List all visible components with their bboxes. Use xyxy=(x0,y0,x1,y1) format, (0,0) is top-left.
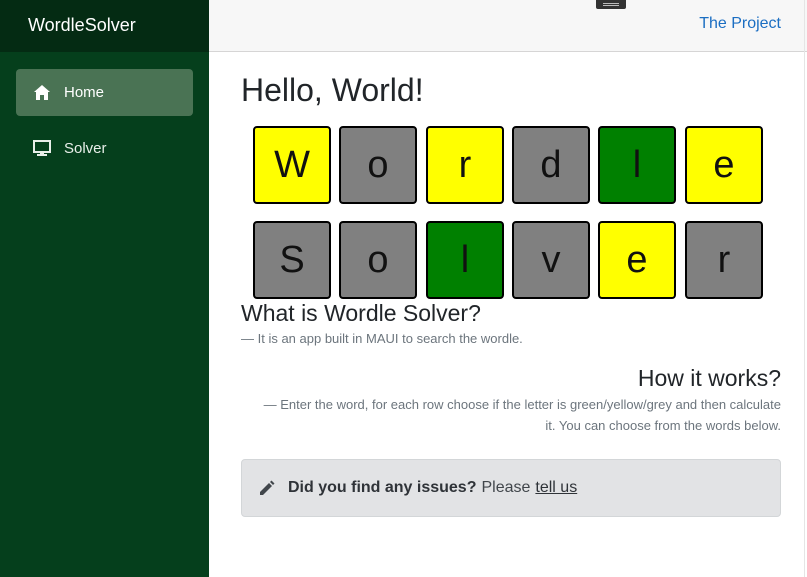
what-is-heading: What is Wordle Solver? xyxy=(241,300,481,326)
page-title: Hello, World! xyxy=(241,72,424,108)
app-brand[interactable]: WordleSolver xyxy=(0,0,209,52)
alert-text: Please xyxy=(481,479,531,496)
issues-alert: Did you find any issues? Please tell us xyxy=(241,459,781,517)
home-icon xyxy=(32,83,52,103)
how-it-works-heading: How it works? xyxy=(637,365,781,391)
sidebar-item-solver[interactable]: Solver xyxy=(16,125,193,172)
sidebar-nav: Home Solver xyxy=(0,52,209,172)
letter-tile: l xyxy=(426,221,504,299)
sidebar: WordleSolver Home Solver xyxy=(0,0,209,577)
letter-tile: r xyxy=(685,221,763,299)
letter-tile: d xyxy=(512,126,590,204)
how-it-works-text: — Enter the word, for each row choose if… xyxy=(263,397,781,433)
divider xyxy=(804,0,805,577)
sidebar-item-home[interactable]: Home xyxy=(16,69,193,116)
monitor-icon xyxy=(32,139,52,159)
alert-question: Did you find any issues? xyxy=(288,479,477,496)
tell-us-link[interactable]: tell us xyxy=(535,479,577,497)
letter-tile: o xyxy=(339,221,417,299)
what-is-text: — It is an app built in MAUI to search t… xyxy=(241,331,523,346)
letter-tile: r xyxy=(426,126,504,204)
sidebar-item-label: Home xyxy=(64,84,105,101)
letter-tile: W xyxy=(253,126,331,204)
top-bar: The Project xyxy=(209,0,807,52)
letter-tile: e xyxy=(598,221,676,299)
letter-tile: e xyxy=(685,126,763,204)
letter-tile: v xyxy=(512,221,590,299)
letter-tile: S xyxy=(253,221,331,299)
the-project-link[interactable]: The Project xyxy=(699,15,781,33)
scroll-handle[interactable] xyxy=(596,0,626,9)
letter-tile: o xyxy=(339,126,417,204)
pencil-icon xyxy=(258,478,278,498)
letter-tile: l xyxy=(598,126,676,204)
sidebar-item-label: Solver xyxy=(64,140,107,157)
